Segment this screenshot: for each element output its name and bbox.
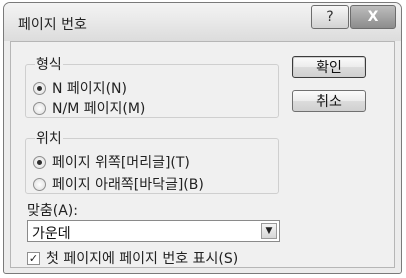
help-button[interactable]: ? bbox=[311, 5, 349, 29]
dropdown-arrow-icon[interactable]: ▼ bbox=[261, 223, 277, 239]
title-bar[interactable]: 페이지 번호 ? X bbox=[4, 3, 401, 41]
close-button[interactable]: X bbox=[350, 5, 396, 29]
radio-indicator[interactable] bbox=[33, 101, 46, 115]
first-page-checkbox-row[interactable]: ✓ 첫 페이지에 페이지 번호 표시(S) bbox=[27, 248, 238, 268]
close-icon: X bbox=[367, 9, 379, 25]
alignment-select[interactable]: 가운데 ▼ bbox=[27, 220, 280, 242]
radio-indicator[interactable] bbox=[33, 81, 46, 95]
radio-label: 페이지 아래쪽[바닥글](B) bbox=[52, 177, 204, 193]
radio-label: N/M 페이지(M) bbox=[52, 101, 146, 117]
radio-label: 페이지 위쪽[머리글](T) bbox=[52, 155, 190, 171]
radio-label: N 페이지(N) bbox=[52, 81, 127, 97]
page-number-dialog: 페이지 번호 ? X 형식 N 페이지(N) N/M 페이지(M) 위치 페이지… bbox=[3, 2, 402, 274]
help-icon: ? bbox=[326, 9, 334, 25]
position-group-label: 위치 bbox=[35, 128, 63, 148]
radio-footer[interactable]: 페이지 아래쪽[바닥글](B) bbox=[33, 174, 204, 194]
radio-indicator[interactable] bbox=[33, 155, 46, 169]
alignment-label: 맞춤(A): bbox=[27, 203, 78, 219]
radio-nm-page[interactable]: N/M 페이지(M) bbox=[33, 98, 145, 118]
radio-n-page[interactable]: N 페이지(N) bbox=[33, 78, 127, 98]
cancel-button[interactable]: 취소 bbox=[292, 90, 366, 112]
alignment-value: 가운데 bbox=[32, 226, 71, 242]
first-page-checkbox-label: 첫 페이지에 페이지 번호 표시(S) bbox=[46, 251, 239, 267]
dialog-title: 페이지 번호 bbox=[18, 17, 87, 33]
format-group-label: 형식 bbox=[35, 54, 63, 74]
dialog-body: 형식 N 페이지(N) N/M 페이지(M) 위치 페이지 위쪽[머리글](T)… bbox=[10, 41, 395, 268]
radio-indicator[interactable] bbox=[33, 177, 46, 191]
ok-button[interactable]: 확인 bbox=[292, 56, 366, 78]
first-page-checkbox[interactable]: ✓ bbox=[27, 251, 40, 265]
radio-header[interactable]: 페이지 위쪽[머리글](T) bbox=[33, 152, 190, 172]
